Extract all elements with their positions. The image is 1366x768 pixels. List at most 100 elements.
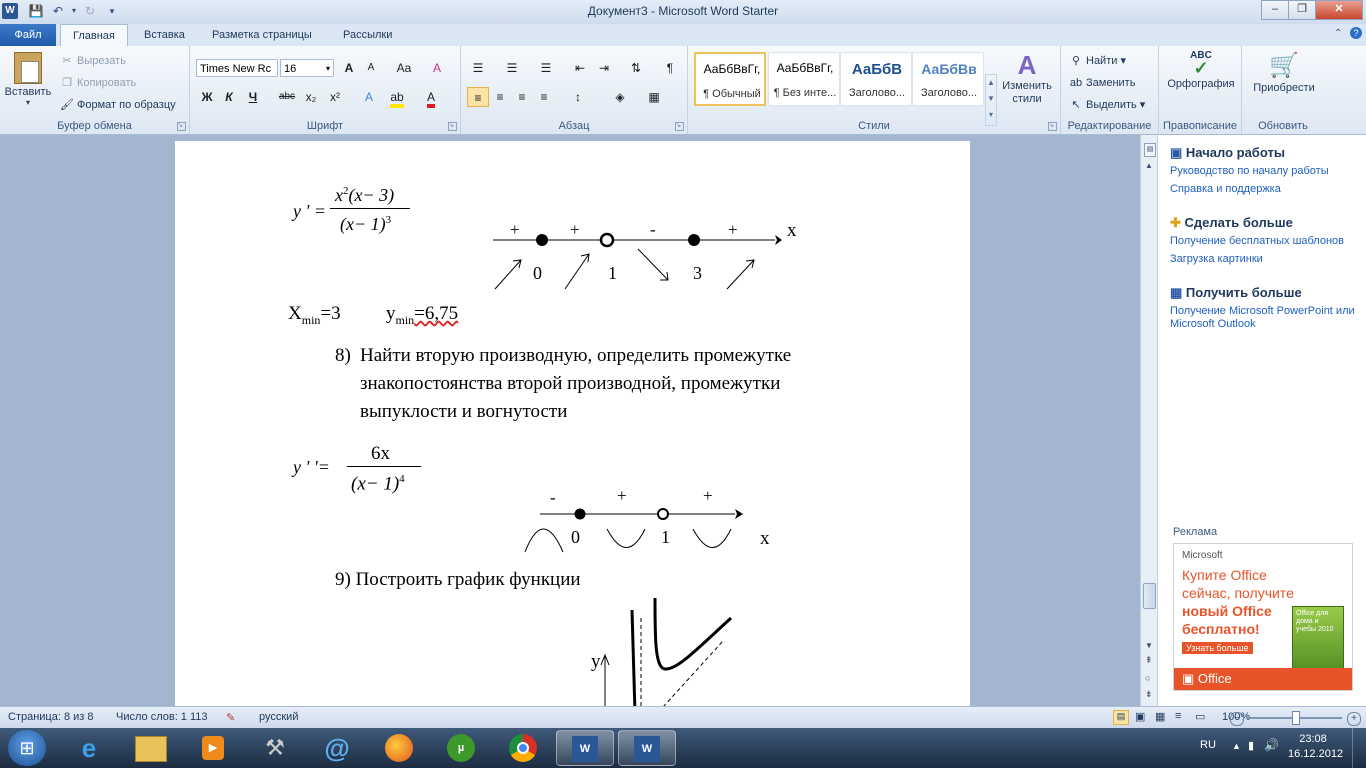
subscript-button[interactable]: x₂: [300, 87, 322, 107]
page-count[interactable]: Страница: 8 из 8: [8, 711, 94, 723]
tray-arrow-icon[interactable]: ▲: [1232, 741, 1241, 751]
superscript-button[interactable]: x²: [324, 87, 346, 107]
sort-icon[interactable]: ⇅: [625, 58, 647, 78]
restore-button[interactable]: ❐: [1288, 0, 1316, 20]
dialog-launcher-icon[interactable]: ↘: [1048, 122, 1057, 131]
dialog-launcher-icon[interactable]: ↘: [675, 122, 684, 131]
tab-insert[interactable]: Вставка: [132, 24, 197, 46]
copy-button[interactable]: ❐ Копировать: [60, 74, 136, 92]
align-right-icon[interactable]: ≡: [511, 87, 533, 107]
zoom-in-icon[interactable]: +: [1347, 712, 1361, 726]
numbering-icon[interactable]: ☰: [501, 58, 523, 78]
taskbar-ie-icon[interactable]: e: [60, 730, 118, 766]
volume-icon[interactable]: 🔊: [1264, 738, 1279, 752]
ruler-toggle-icon[interactable]: ▤: [1144, 143, 1156, 157]
print-layout-view-icon[interactable]: ▤: [1113, 710, 1129, 725]
format-painter-button[interactable]: 🖌 Формат по образцу: [60, 96, 176, 114]
scroll-thumb[interactable]: [1143, 583, 1156, 609]
clock[interactable]: 23:08 16.12.2012: [1288, 732, 1343, 762]
purchase-button[interactable]: 🛒 Приобрести: [1244, 50, 1324, 94]
document-page[interactable]: y ' = x2(x− 3) (x− 1)3 + + - + x 0 1 3 X…: [175, 141, 970, 706]
scroll-down-icon[interactable]: ▼: [1145, 641, 1153, 650]
link-free-templates[interactable]: Получение бесплатных шаблонов: [1170, 235, 1365, 247]
taskbar-utorrent-icon[interactable]: µ: [432, 730, 490, 766]
spelling-button[interactable]: ABC ✓ Орфография: [1163, 50, 1239, 90]
taskbar-media-player-icon[interactable]: ▶: [184, 730, 242, 766]
style-heading-1[interactable]: АаБбВ Заголово...: [840, 52, 912, 106]
help-icon[interactable]: ?: [1350, 27, 1362, 39]
network-icon[interactable]: ▮: [1248, 739, 1254, 752]
tab-home[interactable]: Главная: [60, 24, 128, 47]
replace-button[interactable]: ab Заменить: [1069, 74, 1136, 92]
style-normal[interactable]: АаБбВвГг, ¶ Обычный: [694, 52, 766, 106]
taskbar-word-icon[interactable]: W: [556, 730, 614, 766]
highlight-icon[interactable]: ab: [386, 87, 408, 108]
styles-scroll-icon[interactable]: ▲ ▼ ▾: [985, 74, 997, 126]
font-color-icon[interactable]: A: [420, 87, 442, 108]
zoom-out-icon[interactable]: −: [1230, 712, 1244, 726]
minimize-button[interactable]: –: [1261, 0, 1289, 20]
language-tray[interactable]: RU: [1200, 739, 1216, 751]
tab-page-layout[interactable]: Разметка страницы: [200, 24, 324, 46]
style-no-spacing[interactable]: АаБбВвГг, ¶ Без инте...: [768, 52, 840, 106]
font-size-combo[interactable]: 16 ▾: [280, 59, 334, 77]
word-count[interactable]: Число слов: 1 113: [116, 711, 208, 723]
change-styles-button[interactable]: A Изменить стили: [1000, 50, 1054, 106]
align-center-icon[interactable]: ≡: [489, 87, 511, 107]
shrink-font-button[interactable]: A: [360, 58, 382, 78]
outline-view-icon[interactable]: ≡: [1175, 710, 1181, 722]
taskbar-mail-icon[interactable]: @: [308, 730, 366, 766]
cut-button[interactable]: ✂ Вырезать: [60, 52, 126, 70]
dialog-launcher-icon[interactable]: ↘: [448, 122, 457, 131]
grow-font-button[interactable]: A: [338, 58, 360, 78]
tab-file[interactable]: Файл: [0, 24, 56, 46]
close-button[interactable]: ✕: [1315, 0, 1363, 20]
link-help-support[interactable]: Справка и поддержка: [1170, 183, 1365, 195]
multilevel-list-icon[interactable]: ☰: [535, 58, 557, 78]
taskbar-word-icon-2[interactable]: W: [618, 730, 676, 766]
draft-view-icon[interactable]: ▭: [1195, 710, 1205, 723]
link-getting-started-guide[interactable]: Руководство по началу работы: [1170, 165, 1365, 177]
browse-object-icon[interactable]: ○: [1145, 673, 1150, 683]
start-button[interactable]: ⊞: [8, 730, 46, 766]
web-layout-view-icon[interactable]: ▦: [1155, 710, 1165, 723]
minimize-ribbon-icon[interactable]: ⌃: [1334, 28, 1342, 39]
next-page-icon[interactable]: ⇟: [1145, 689, 1153, 700]
style-heading-2[interactable]: АаБбВв Заголово...: [912, 52, 984, 106]
clear-formatting-button[interactable]: A: [426, 58, 448, 78]
link-get-powerpoint-outlook[interactable]: Получение Microsoft PowerPoint или Micro…: [1170, 305, 1360, 331]
show-desktop-button[interactable]: [1352, 728, 1366, 768]
zoom-slider-thumb[interactable]: [1292, 711, 1300, 725]
underline-button[interactable]: Ч: [242, 87, 264, 107]
increase-indent-icon[interactable]: ⇥: [593, 58, 615, 78]
bold-button[interactable]: Ж: [196, 87, 218, 107]
find-button[interactable]: ⚲ Найти ▾: [1069, 52, 1126, 70]
taskbar-firefox-icon[interactable]: [370, 730, 428, 766]
taskbar-explorer-icon[interactable]: [122, 730, 180, 766]
justify-icon[interactable]: ≡: [533, 87, 555, 107]
borders-icon[interactable]: ▦: [643, 87, 665, 107]
ad-cta-button[interactable]: Узнать больше: [1182, 642, 1253, 654]
link-clipart[interactable]: Загрузка картинки: [1170, 253, 1365, 265]
bullets-icon[interactable]: ☰: [467, 58, 489, 78]
taskbar-tools-icon[interactable]: ⚒: [246, 730, 304, 766]
line-spacing-icon[interactable]: ↕: [567, 87, 589, 107]
previous-page-icon[interactable]: ⇞: [1145, 655, 1153, 666]
tab-mailings[interactable]: Рассылки: [331, 24, 404, 46]
italic-button[interactable]: К: [218, 87, 240, 107]
decrease-indent-icon[interactable]: ⇤: [569, 58, 591, 78]
taskbar-chrome-icon[interactable]: [494, 730, 552, 766]
scroll-up-icon[interactable]: ▲: [1145, 161, 1153, 170]
paste-button[interactable]: Вставить ▾: [4, 50, 52, 112]
vertical-scrollbar[interactable]: ▤ ▲ ▼ ⇞ ○ ⇟: [1140, 135, 1158, 706]
proofing-status-icon[interactable]: ✎: [226, 711, 235, 724]
font-name-combo[interactable]: Times New Rc: [196, 59, 278, 77]
strikethrough-button[interactable]: abc: [276, 87, 298, 107]
change-case-button[interactable]: Aa: [390, 58, 418, 78]
show-formatting-icon[interactable]: ¶: [659, 58, 681, 78]
shading-icon[interactable]: ◈: [609, 87, 631, 107]
dialog-launcher-icon[interactable]: ↘: [177, 122, 186, 131]
text-effects-icon[interactable]: A: [358, 87, 380, 107]
language-indicator[interactable]: русский: [259, 711, 298, 723]
ad-banner[interactable]: Microsoft Купите Office сейчас, получите…: [1173, 543, 1353, 691]
